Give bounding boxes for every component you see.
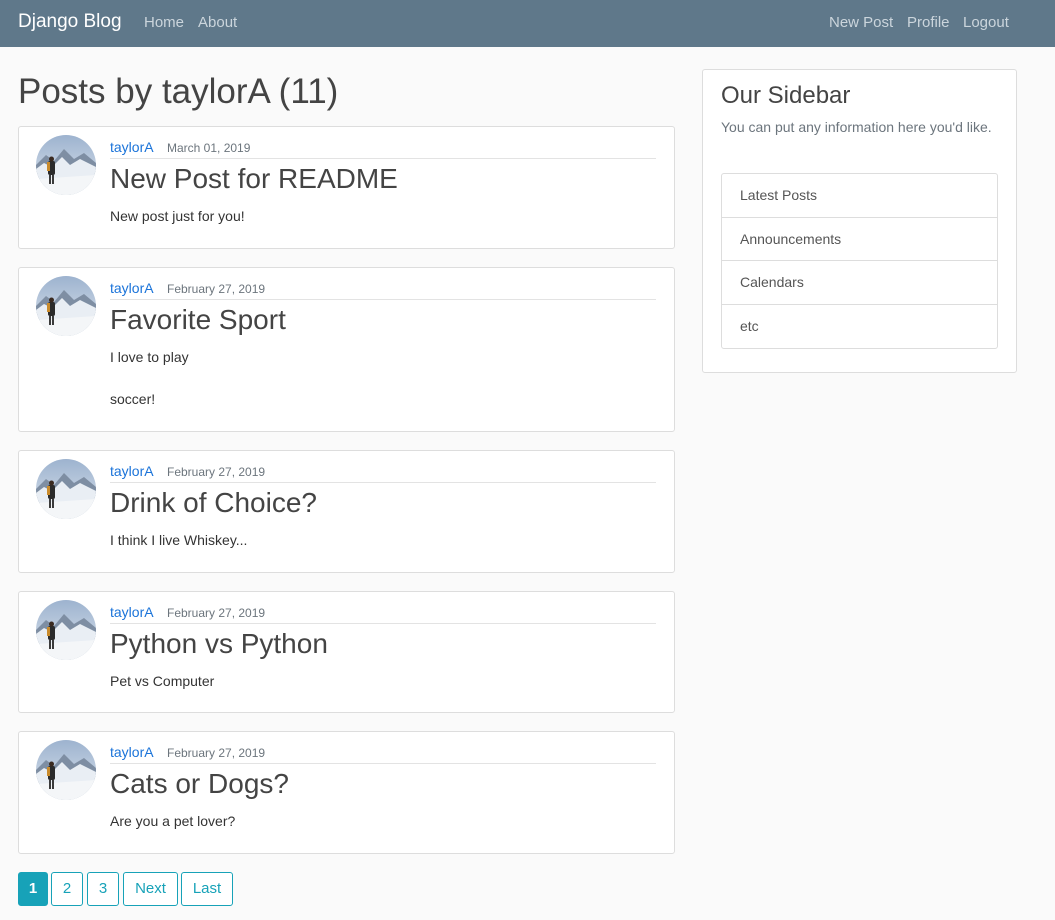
post-meta: taylorA February 27, 2019: [110, 280, 656, 300]
post-date: February 27, 2019: [167, 282, 266, 296]
post-content: I think I live Whiskey...: [110, 530, 656, 551]
sidebar-title: Our Sidebar: [721, 82, 851, 109]
post-content-paragraph: Are you a pet lover?: [110, 813, 236, 829]
sidebar-item-announcements[interactable]: Announcements: [722, 218, 997, 261]
page-title: Posts by taylorA (11): [18, 72, 339, 111]
sidebar-list: Latest Posts Announcements Calendars etc: [721, 173, 998, 349]
post-title-link[interactable]: Drink of Choice?: [110, 487, 317, 519]
avatar: [36, 600, 96, 660]
nav-link-new-post[interactable]: New Post: [829, 14, 893, 31]
sidebar-item-latest-posts[interactable]: Latest Posts: [722, 174, 997, 218]
nav-link-home[interactable]: Home: [144, 14, 184, 31]
navbar: Django Blog Home About New Post Profile …: [0, 0, 1055, 47]
post-date: February 27, 2019: [167, 606, 266, 620]
post-card: taylorA February 27, 2019 Favorite Sport…: [18, 267, 675, 432]
post-card: taylorA February 27, 2019 Drink of Choic…: [18, 450, 675, 573]
nav-link-about[interactable]: About: [198, 14, 237, 31]
post-author-link[interactable]: taylorA: [110, 604, 154, 620]
page-button-3[interactable]: 3: [87, 872, 119, 906]
post-card: taylorA February 27, 2019 Cats or Dogs? …: [18, 731, 675, 854]
post-meta: taylorA February 27, 2019: [110, 463, 656, 483]
post-content: Are you a pet lover?: [110, 811, 656, 832]
post-date: February 27, 2019: [167, 465, 266, 479]
avatar: [36, 740, 96, 800]
nav-link-profile[interactable]: Profile: [907, 14, 950, 31]
post-title-link[interactable]: Cats or Dogs?: [110, 768, 289, 800]
post-content: Pet vs Computer: [110, 671, 656, 692]
post-card: taylorA March 01, 2019 New Post for READ…: [18, 126, 675, 249]
avatar: [36, 135, 96, 195]
post-author-link[interactable]: taylorA: [110, 280, 154, 296]
post-content-paragraph: soccer!: [110, 391, 156, 407]
post-content: New post just for you!: [110, 206, 656, 227]
nav-link-logout[interactable]: Logout: [963, 14, 1009, 31]
post-title-link[interactable]: New Post for README: [110, 163, 398, 195]
page-button-1[interactable]: 1: [18, 872, 48, 906]
post-meta: taylorA February 27, 2019: [110, 744, 656, 764]
post-content-paragraph: I love to play: [110, 349, 189, 365]
post-meta: taylorA February 27, 2019: [110, 604, 656, 624]
last-page-button[interactable]: Last: [181, 872, 233, 906]
brand-link[interactable]: Django Blog: [18, 11, 122, 33]
sidebar-text: You can put any information here you'd l…: [721, 119, 992, 135]
post-content: I love to play soccer!: [110, 347, 656, 410]
post-author-link[interactable]: taylorA: [110, 139, 154, 155]
post-date: March 01, 2019: [167, 141, 251, 155]
post-content-paragraph: I think I live Whiskey...: [110, 532, 248, 548]
post-title-link[interactable]: Python vs Python: [110, 628, 328, 660]
avatar: [36, 459, 96, 519]
post-content-paragraph: Pet vs Computer: [110, 673, 215, 689]
post-meta: taylorA March 01, 2019: [110, 139, 656, 159]
page-button-2[interactable]: 2: [51, 872, 83, 906]
post-date: February 27, 2019: [167, 746, 266, 760]
avatar: [36, 276, 96, 336]
post-content-paragraph: New post just for you!: [110, 208, 245, 224]
post-author-link[interactable]: taylorA: [110, 463, 154, 479]
sidebar: Our Sidebar You can put any information …: [702, 69, 1017, 373]
post-title-link[interactable]: Favorite Sport: [110, 304, 286, 336]
sidebar-item-etc[interactable]: etc: [722, 305, 997, 349]
post-card: taylorA February 27, 2019 Python vs Pyth…: [18, 591, 675, 713]
sidebar-item-calendars[interactable]: Calendars: [722, 261, 997, 305]
next-page-button[interactable]: Next: [123, 872, 178, 906]
post-author-link[interactable]: taylorA: [110, 744, 154, 760]
